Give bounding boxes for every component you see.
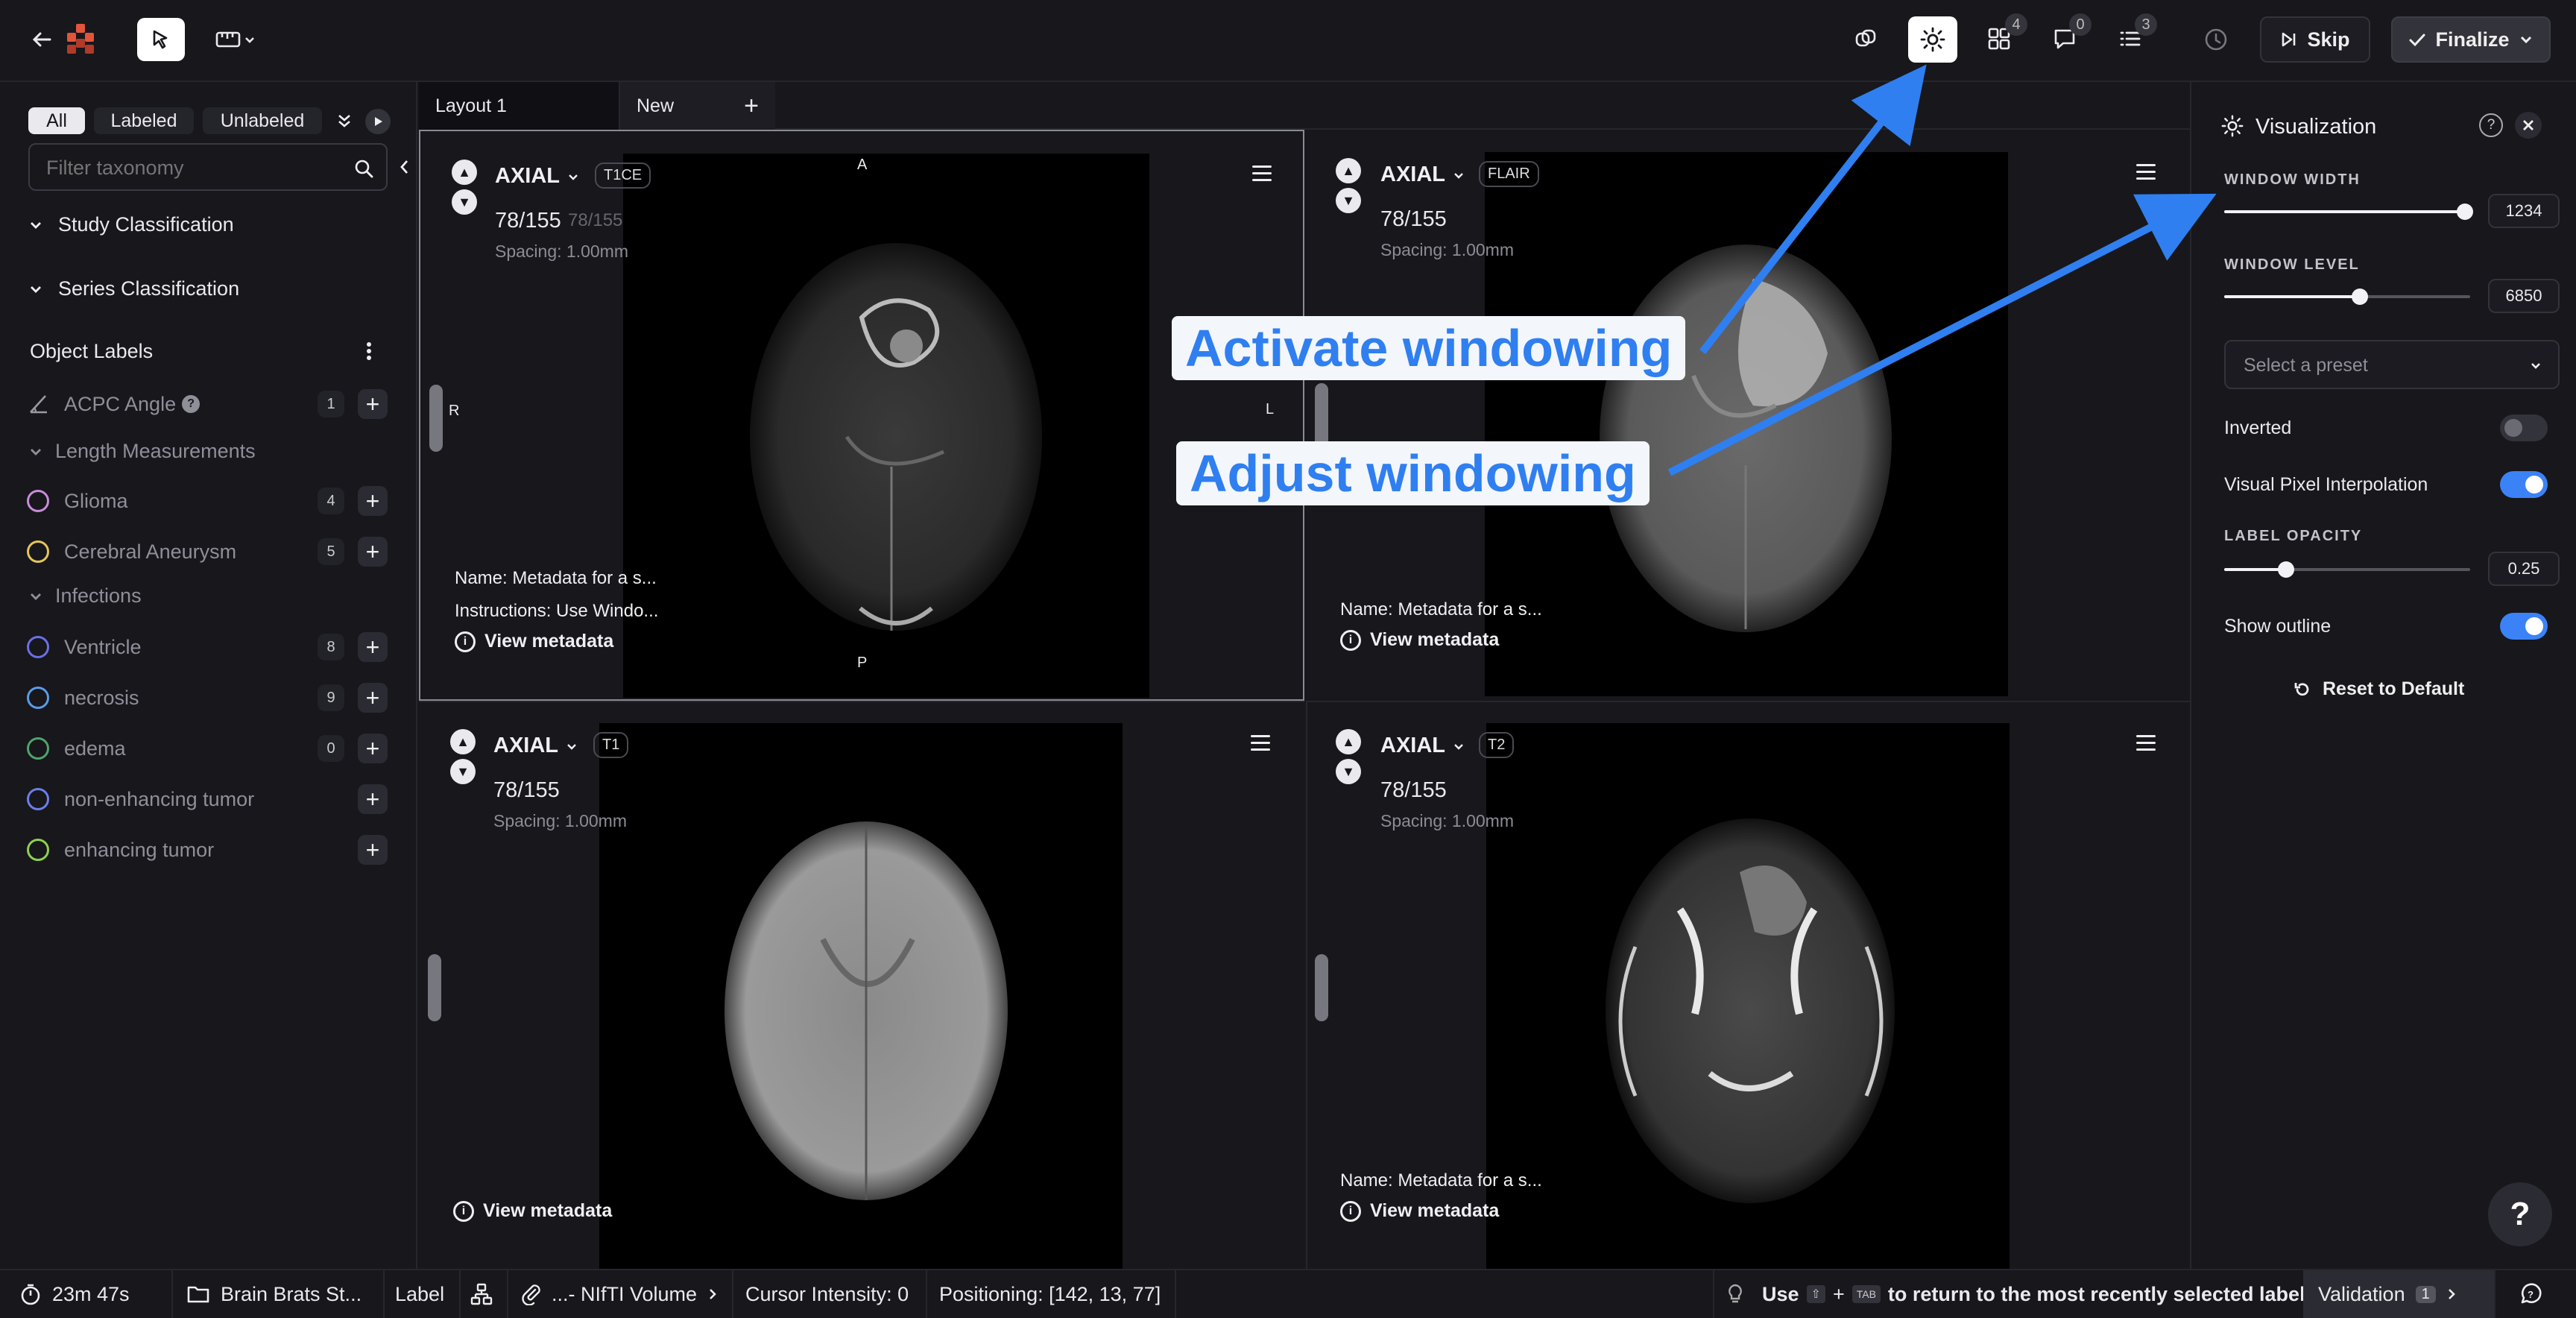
dataset-label: Brain Brats St... <box>221 1282 362 1305</box>
keyboard-hint: Use ⇧ + TAB to return to the most recent… <box>1726 1270 2305 1318</box>
divider <box>1175 1270 1176 1318</box>
paperclip-icon <box>522 1284 540 1305</box>
chevron-right-icon <box>710 1289 716 1299</box>
chat-icon[interactable]: ? <box>2518 1270 2543 1318</box>
shift-key: ⇧ <box>1806 1285 1825 1303</box>
hint-text: to return to the most recently selected … <box>1887 1282 2305 1305</box>
label-mode[interactable]: Label <box>395 1270 444 1318</box>
divider <box>2494 1270 2496 1318</box>
dataset-name[interactable]: Brain Brats St... <box>186 1270 362 1318</box>
volume-selector[interactable]: ...- NIfTI Volume <box>520 1270 718 1318</box>
timer-value: 23m 47s <box>52 1282 130 1305</box>
callout-adjust-windowing: Adjust windowing <box>1176 441 1650 505</box>
arrow-to-windowing-button <box>1699 64 1927 355</box>
svg-text:?: ? <box>2528 1289 2534 1300</box>
chevron-right-icon <box>2448 1289 2455 1299</box>
hint-use: Use <box>1762 1282 1799 1305</box>
divider <box>732 1270 733 1318</box>
positioning: Positioning: [142, 13, 77] <box>939 1282 1161 1305</box>
divider <box>926 1270 927 1318</box>
annotation-arrows <box>1667 64 2217 476</box>
folder-icon <box>187 1286 209 1303</box>
divider <box>507 1270 508 1318</box>
stopwatch-icon <box>21 1284 40 1305</box>
hierarchy-icon[interactable] <box>470 1270 493 1318</box>
tab-key: TAB <box>1852 1285 1881 1303</box>
divider <box>1713 1270 1714 1318</box>
divider <box>171 1270 173 1318</box>
volume-label: ...- NIfTI Volume <box>552 1282 698 1305</box>
callout-activate-windowing: Activate windowing <box>1172 316 1686 380</box>
hint-plus: + <box>1832 1282 1845 1305</box>
validation-button[interactable]: Validation 1 <box>2303 1270 2494 1318</box>
status-bar: 23m 47s Brain Brats St... Label ...- NIf… <box>0 1269 2576 1318</box>
divider <box>459 1270 461 1318</box>
lightbulb-icon <box>1729 1284 1742 1303</box>
validation-count: 1 <box>2415 1285 2436 1303</box>
cursor-intensity: Cursor Intensity: 0 <box>745 1282 909 1305</box>
validation-label: Validation <box>2318 1282 2405 1305</box>
divider <box>383 1270 385 1318</box>
timer: 23m 47s <box>19 1270 130 1318</box>
arrow-to-window-width <box>1667 193 2217 476</box>
